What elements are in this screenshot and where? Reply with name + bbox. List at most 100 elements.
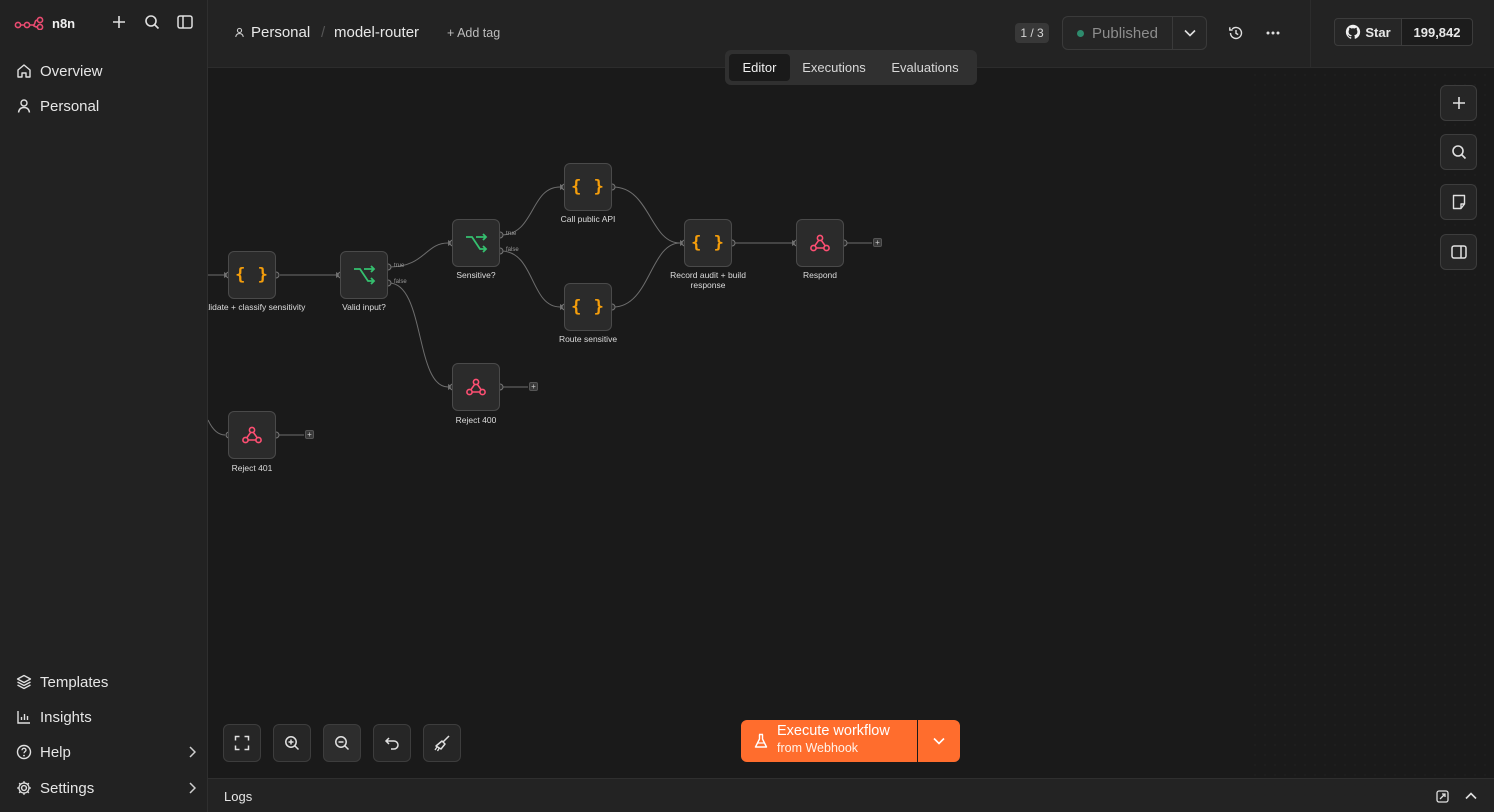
- collapse-sidebar-icon[interactable]: [175, 12, 195, 32]
- webhook-icon: [242, 426, 262, 444]
- github-star-button[interactable]: Star: [1334, 18, 1402, 46]
- github-icon: [1346, 24, 1361, 39]
- published-label: Published: [1092, 24, 1158, 42]
- node-label: Sensitive?: [456, 270, 496, 280]
- node-label: Respond: [802, 270, 838, 280]
- sidebar-item-insights[interactable]: Insights: [16, 705, 92, 729]
- chevron-up-icon[interactable]: [1465, 792, 1477, 800]
- n8n-logo-icon: [14, 16, 44, 30]
- node-record-audit[interactable]: { }: [684, 219, 732, 267]
- node-label: Reject 400: [455, 415, 497, 425]
- connection: [500, 186, 561, 236]
- node-call-public-api[interactable]: { }: [564, 163, 612, 211]
- add-node-handle[interactable]: +: [873, 238, 882, 247]
- code-braces-icon: { }: [571, 297, 605, 317]
- node-reject-400[interactable]: [452, 363, 500, 411]
- history-icon[interactable]: [1226, 23, 1246, 43]
- workflow-name-label: model-router: [334, 24, 420, 41]
- sidebar-item-label: Templates: [40, 673, 109, 691]
- sidebar-item-templates[interactable]: Templates: [16, 670, 108, 694]
- node-label: Route sensitive: [558, 334, 618, 344]
- node-label: Valid input?: [342, 302, 386, 312]
- fit-view-icon: [234, 735, 250, 751]
- chevron-down-icon: [933, 737, 945, 745]
- github-star-count[interactable]: 199,842: [1401, 18, 1473, 46]
- plus-icon: [1452, 97, 1465, 109]
- breadcrumb-project[interactable]: Personal: [234, 24, 310, 41]
- sidebar-item-label: Overview: [40, 62, 103, 80]
- sidebar-item-label: Insights: [40, 708, 92, 726]
- add-tag-button[interactable]: + Add tag: [447, 26, 500, 40]
- node-route-sensitive[interactable]: { }: [564, 283, 612, 331]
- port-label-false: false: [394, 279, 407, 285]
- version-counter: 1 / 3: [1015, 23, 1049, 43]
- sticky-note-icon: [1452, 194, 1465, 210]
- add-node-handle[interactable]: +: [305, 430, 314, 439]
- user-icon: [235, 27, 244, 38]
- code-braces-icon: { }: [691, 233, 725, 253]
- status-dot: [1077, 29, 1085, 37]
- execute-label: Execute workflow: [777, 723, 890, 739]
- connections-layer: [208, 68, 1494, 778]
- webhook-icon: [810, 234, 830, 252]
- logs-panel[interactable]: Logs: [208, 778, 1494, 812]
- breadcrumb-project-label: Personal: [251, 24, 311, 41]
- node-reject-401[interactable]: [228, 411, 276, 459]
- github-area: Star 199,842: [1310, 0, 1494, 68]
- add-node-button[interactable]: [1440, 85, 1477, 121]
- execute-workflow-button[interactable]: Execute workflow from Webhook: [741, 720, 917, 762]
- popout-icon[interactable]: [1436, 790, 1449, 803]
- branch-icon: [466, 233, 488, 253]
- sidebar-item-overview[interactable]: Overview: [16, 59, 103, 83]
- node-label: Reject 401: [231, 463, 273, 473]
- publish-dropdown-button[interactable]: [1172, 16, 1207, 50]
- node-respond[interactable]: [796, 219, 844, 267]
- sidebar-item-settings[interactable]: Settings: [16, 776, 196, 800]
- node-sensitive[interactable]: [452, 219, 500, 267]
- port-label-true: true: [394, 263, 405, 269]
- code-braces-icon: { }: [571, 177, 605, 197]
- code-braces-icon: { }: [235, 265, 269, 285]
- more-options-icon[interactable]: [1263, 23, 1283, 43]
- breadcrumb-separator: /: [321, 24, 326, 41]
- zoom-out-button[interactable]: [323, 724, 361, 762]
- templates-icon: [16, 674, 32, 690]
- logs-label: Logs: [224, 789, 253, 804]
- sidebar-item-label: Personal: [40, 97, 100, 115]
- sidebar-item-personal[interactable]: Personal: [16, 94, 99, 118]
- canvas-dot-grid: [1250, 68, 1494, 778]
- published-button[interactable]: Published: [1062, 16, 1173, 50]
- undo-button[interactable]: [373, 724, 411, 762]
- fit-view-button[interactable]: [223, 724, 261, 762]
- logo-text: n8n: [52, 15, 76, 31]
- github-star-label: Star: [1365, 24, 1391, 40]
- undo-icon: [384, 737, 399, 750]
- sticky-note-button[interactable]: [1440, 184, 1477, 220]
- tidy-up-button[interactable]: [423, 724, 461, 762]
- sidebar: n8n Overview Personal Templates Insights…: [0, 0, 208, 812]
- chart-icon: [17, 711, 30, 724]
- logo[interactable]: n8n: [14, 12, 75, 34]
- zoom-in-icon: [285, 736, 300, 751]
- port-label-true: true: [506, 231, 517, 237]
- chevron-right-icon: [189, 782, 196, 794]
- chevron-right-icon: [189, 746, 196, 758]
- gear-icon: [17, 781, 31, 795]
- execute-dropdown-button[interactable]: [918, 720, 960, 762]
- execute-sublabel: from Webhook: [777, 741, 859, 755]
- node-label: Record audit + build response: [670, 270, 746, 290]
- chevron-down-icon: [1183, 29, 1196, 37]
- workflow-canvas[interactable]: { } Validate + classify sensitivity Vali…: [208, 68, 1494, 778]
- search-icon: [1451, 145, 1466, 160]
- home-icon: [17, 64, 31, 78]
- node-validate[interactable]: { }: [228, 251, 276, 299]
- sidebar-item-help[interactable]: Help: [16, 740, 196, 764]
- zoom-in-button[interactable]: [273, 724, 311, 762]
- workflow-name[interactable]: model-router: [334, 24, 419, 41]
- search-nodes-button[interactable]: [1440, 134, 1477, 170]
- search-icon[interactable]: [142, 12, 162, 32]
- add-node-handle[interactable]: +: [529, 382, 538, 391]
- add-icon[interactable]: [109, 12, 129, 32]
- node-valid-input[interactable]: [340, 251, 388, 299]
- toggle-panel-button[interactable]: [1440, 234, 1477, 270]
